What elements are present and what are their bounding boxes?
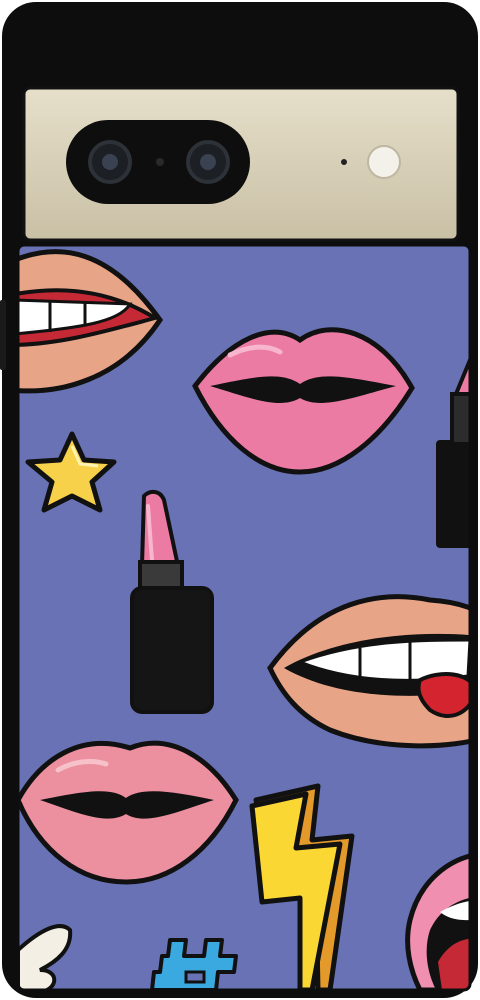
printed-pattern xyxy=(18,245,470,990)
flash-icon xyxy=(367,145,401,179)
microphone-icon xyxy=(341,159,347,165)
phone-case xyxy=(0,0,480,1000)
side-button xyxy=(0,300,6,370)
phone-case-illustration xyxy=(0,2,478,998)
